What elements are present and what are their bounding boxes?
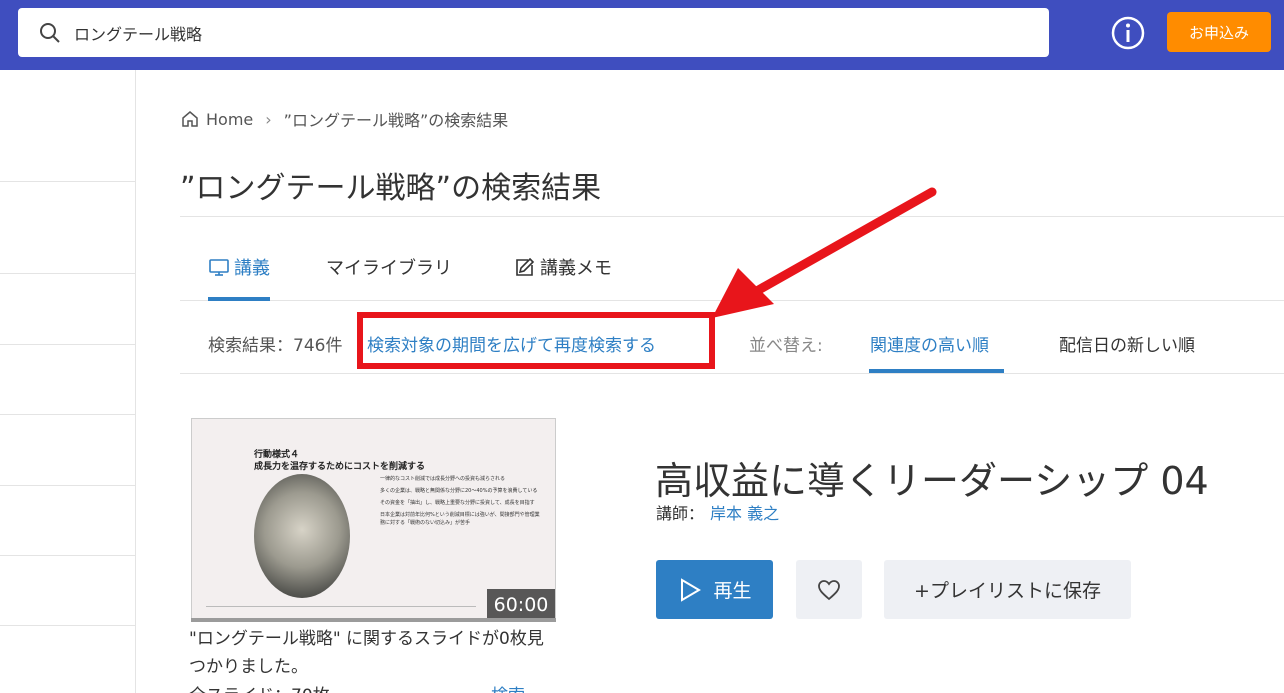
annotation-arrow [712,187,937,318]
tab-label: 講義 [234,258,270,279]
lecturer-label: 講師： [656,504,705,523]
sort-label: 並べ替え: [749,336,823,356]
search-input[interactable] [74,23,974,42]
breadcrumb-home[interactable]: Home [206,110,253,129]
tab-lecture-memo[interactable]: 講義メモ [514,254,612,280]
sidebar-item[interactable] [0,415,135,486]
result-count: 検索結果：746件 [208,336,343,356]
chevron-right-icon: › [265,109,272,129]
save-to-playlist-button[interactable]: +プレイリストに保存 [884,560,1131,619]
lecturer-name-link[interactable]: 岸本 義之 [710,504,779,523]
video-thumbnail[interactable]: 行動様式４ 成長力を温存するためにコストを削減する 一律的なコスト削減では成長分… [191,418,556,622]
sidebar-item[interactable] [0,70,135,182]
progress-bar [191,618,556,622]
breadcrumb-current: ”ロングテール戦略”の検索結果 [283,111,509,130]
sidebar-item[interactable] [0,274,135,345]
sidebar-item[interactable] [0,486,135,556]
tab-lectures[interactable]: 講義 [208,254,270,280]
info-button[interactable] [1110,15,1146,51]
tab-label: 講義メモ [540,258,612,279]
active-sort-indicator [869,369,1004,373]
page-title: ”ロングテール戦略”の検索結果 [180,171,602,206]
sort-relevance[interactable]: 関連度の高い順 [870,331,989,356]
heart-icon [818,579,840,600]
highlight-box [357,312,715,369]
favorite-button[interactable] [796,560,862,619]
search-icon [40,22,60,43]
sort-newest[interactable]: 配信日の新しい順 [1059,331,1195,356]
search-more-link[interactable]: 検索 ⌄ [491,681,545,693]
top-bar: お申込み [0,0,1284,70]
info-icon [1111,16,1145,50]
slide-image [254,474,350,598]
apply-button[interactable]: お申込み [1167,12,1271,52]
edit-icon [516,257,535,276]
home-icon [182,111,198,127]
sidebar-item[interactable] [0,182,135,274]
slide-count: 全スライド：70枚 [189,681,330,693]
play-button[interactable]: 再生 [656,560,773,619]
tab-label: マイライブラリ [326,258,452,279]
play-label: 再生 [713,580,752,602]
slide-bullets: 一律的なコスト削減では成長分野への投資も減らされる 多くの企業は、戦略と無関係な… [380,476,540,526]
sidebar-item[interactable] [0,556,135,626]
tab-my-library[interactable]: マイライブラリ [326,254,452,280]
lecturer: 講師： 岸本 義之 [656,500,779,524]
play-icon [681,577,702,602]
slide-title: 行動様式４ 成長力を温存するためにコストを削減する [254,450,426,472]
search-bar[interactable] [18,8,1049,57]
monitor-icon [209,259,229,276]
duration-badge: 60:00 [487,589,555,621]
course-title[interactable]: 高収益に導くリーダーシップ 04 [655,450,1209,505]
slide-divider [206,606,476,607]
slide-note: "ロングテール戦略" に関するスライドが0枚見つかりました。 [189,629,544,677]
breadcrumb: Home › ”ロングテール戦略”の検索結果 [180,107,508,131]
sidebar-item[interactable] [0,345,135,415]
sidebar [0,70,136,693]
